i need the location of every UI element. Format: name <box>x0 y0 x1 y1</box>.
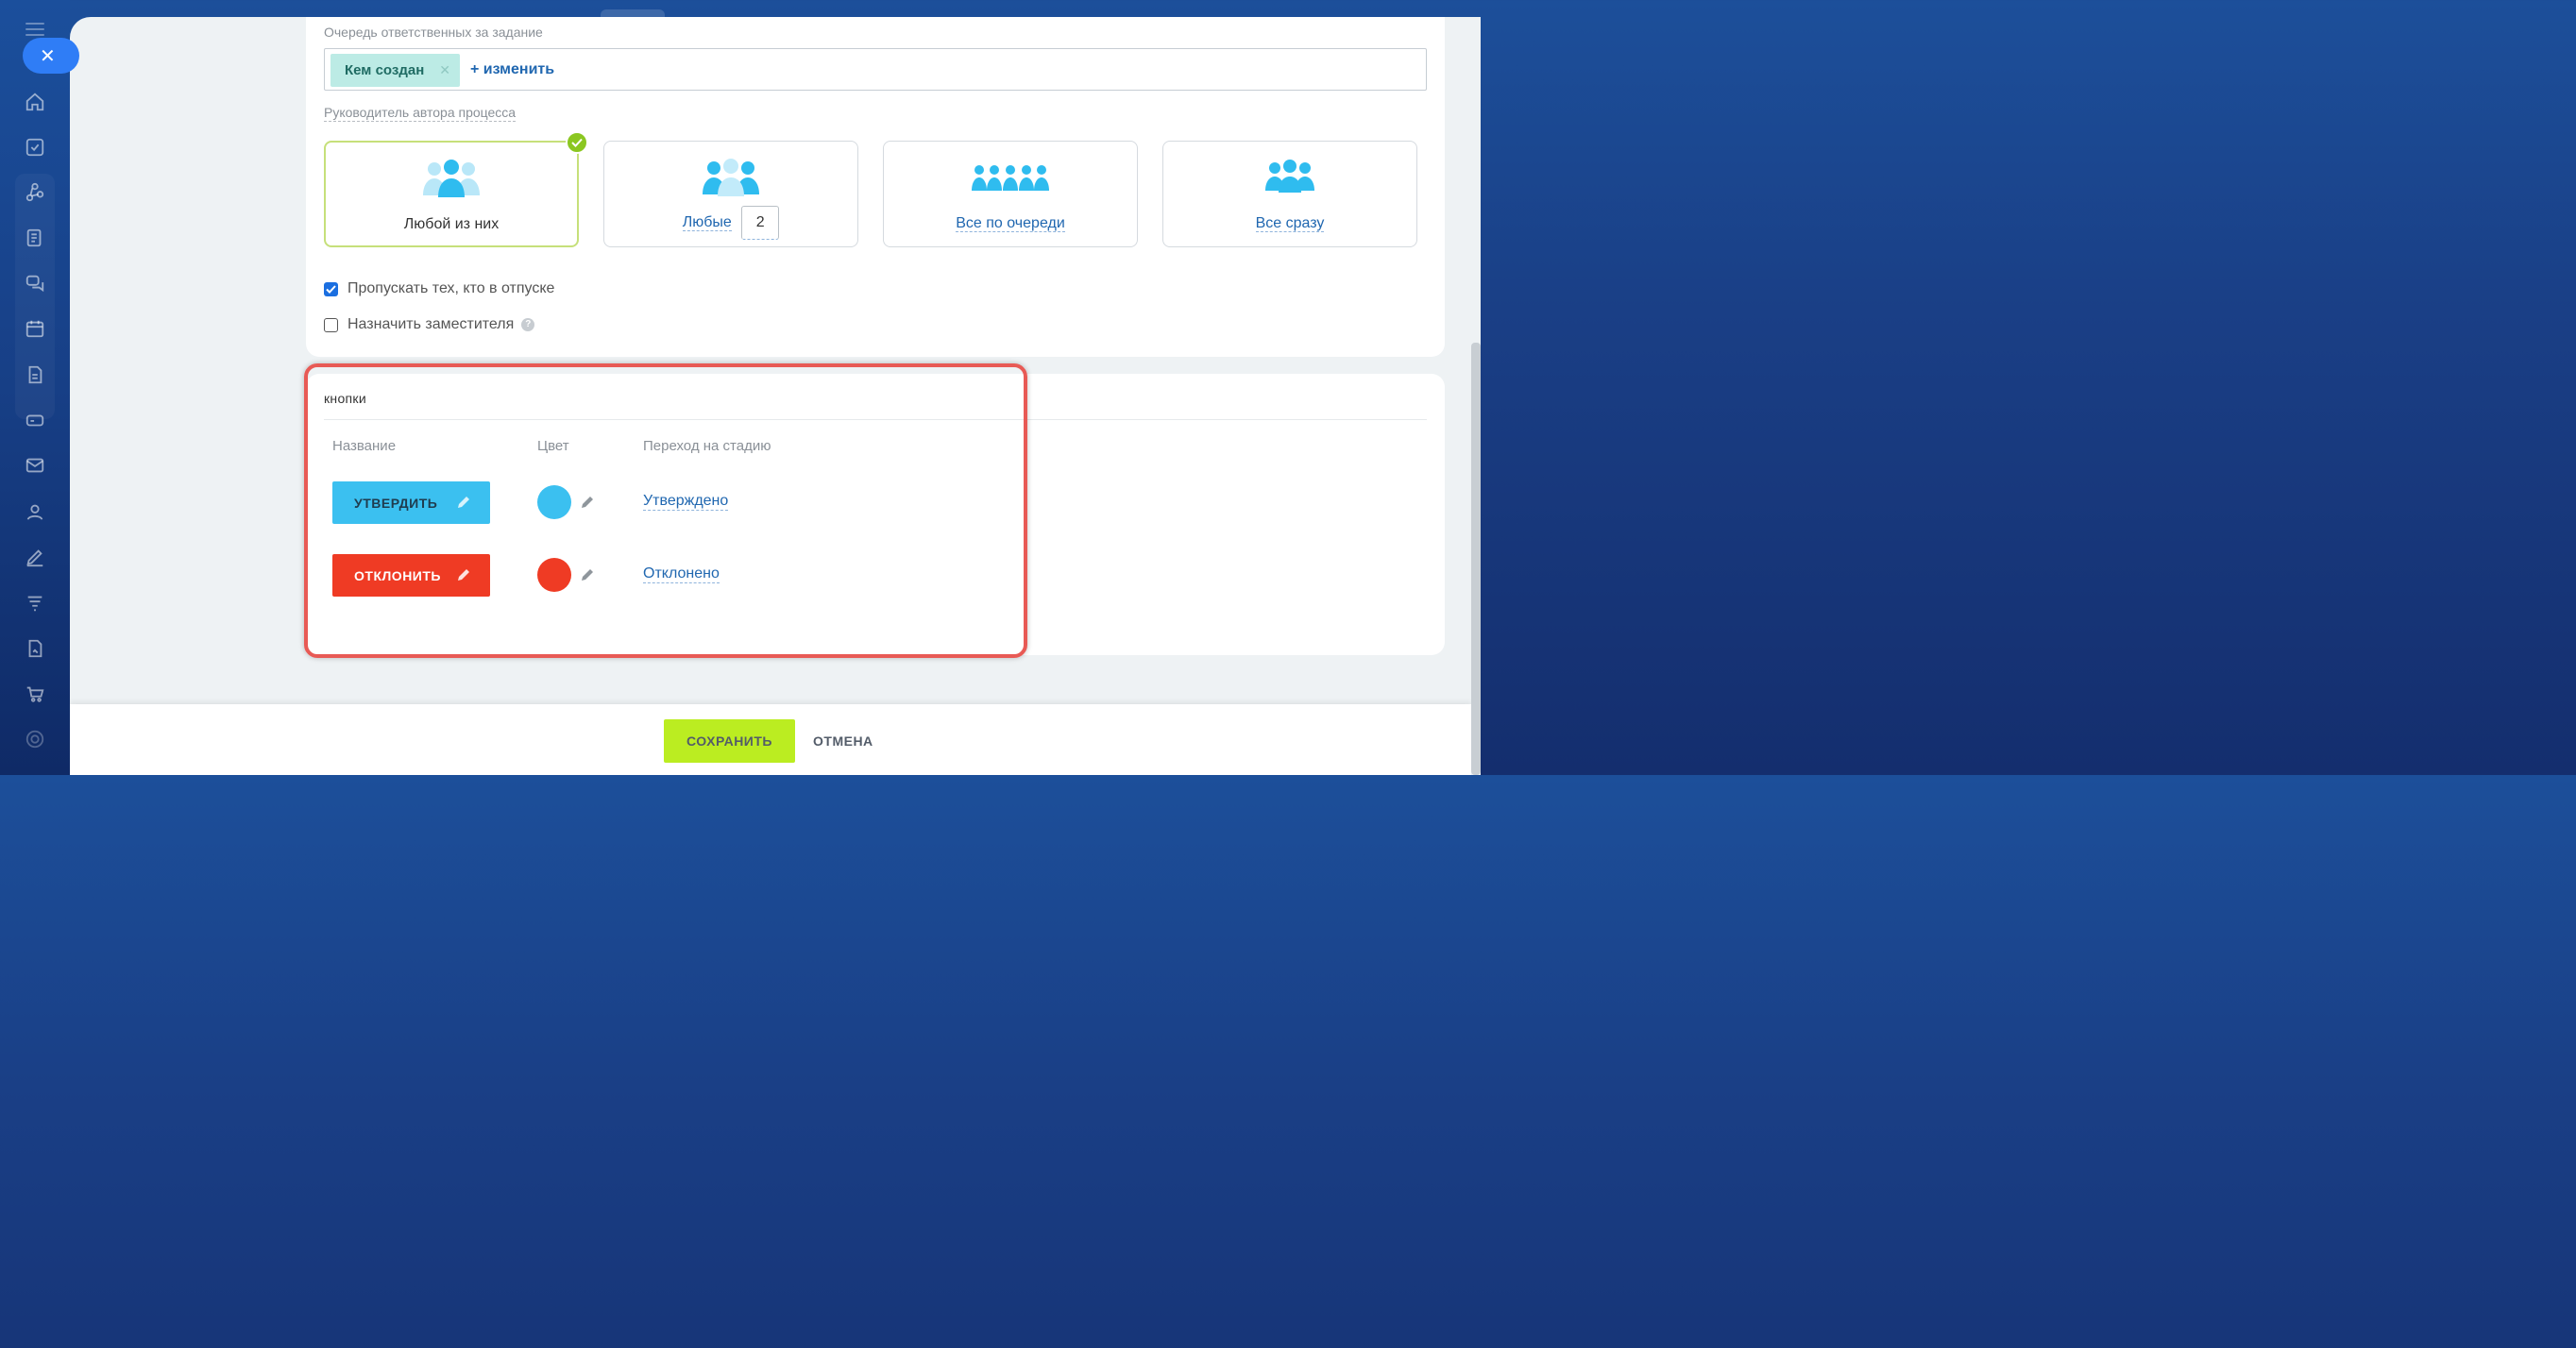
reject-button[interactable]: ОТКЛОНИТЬ <box>332 554 490 597</box>
left-sidebar <box>0 0 70 775</box>
column-header-name: Название <box>332 438 397 454</box>
help-icon[interactable]: ? <box>521 318 535 331</box>
option-label: Все сразу <box>1255 215 1325 232</box>
settings-icon[interactable] <box>25 729 45 750</box>
people-group-icon <box>1265 160 1314 193</box>
funnel-icon[interactable] <box>25 593 45 614</box>
pencil-icon[interactable] <box>456 495 471 510</box>
queue-label: Очередь ответственных за задание <box>324 25 543 40</box>
documents-icon[interactable] <box>25 364 45 385</box>
head-label[interactable]: Руководитель автора процесса <box>324 105 517 122</box>
mail-icon[interactable] <box>25 455 45 476</box>
pencil-icon[interactable] <box>580 495 595 510</box>
save-button[interactable]: СОХРАНИТЬ <box>664 719 795 763</box>
color-swatch-approve[interactable] <box>537 485 571 519</box>
skip-vacation-label: Пропускать тех, кто в отпуске <box>347 280 555 296</box>
column-header-stage: Переход на стадию <box>643 438 771 454</box>
scrollbar[interactable] <box>1471 343 1481 775</box>
skip-vacation-checkbox[interactable] <box>324 281 338 296</box>
change-link[interactable]: + изменить <box>470 61 554 78</box>
option-in-turn[interactable]: Все по очереди <box>883 141 1138 247</box>
shop-icon[interactable] <box>25 683 45 704</box>
pencil-icon[interactable] <box>456 567 471 582</box>
chat-icon[interactable] <box>25 273 45 294</box>
queue-selector[interactable]: Кем создан ✕ + изменить <box>324 48 1427 91</box>
stage-link-reject[interactable]: Отклонено <box>643 565 720 583</box>
drive-icon[interactable] <box>25 410 45 430</box>
option-label: Любой из них <box>403 216 500 232</box>
check-icon <box>566 131 588 154</box>
deputy-checkbox[interactable] <box>324 317 338 332</box>
approve-button[interactable]: УТВЕРДИТЬ <box>332 481 490 524</box>
button-label: ОТКЛОНИТЬ <box>354 567 441 583</box>
chip-remove-icon[interactable]: ✕ <box>439 62 450 78</box>
count-input[interactable]: 2 <box>741 206 780 240</box>
contacts-icon[interactable] <box>25 501 45 522</box>
divider <box>324 419 1427 420</box>
option-label: Все по очереди <box>956 215 1065 232</box>
section-title: кнопки <box>324 391 366 406</box>
queue-chip[interactable]: Кем создан ✕ <box>330 54 460 87</box>
feed-icon[interactable] <box>25 227 45 248</box>
button-label: УТВЕРДИТЬ <box>354 495 438 511</box>
footer-bar: СОХРАНИТЬ ОТМЕНА <box>70 704 1471 775</box>
slider-panel: Очередь ответственных за задание Кем соз… <box>70 17 1481 775</box>
buttons-card: кнопки Название Цвет Переход на стадию У… <box>306 374 1445 655</box>
skip-vacation-row[interactable]: Пропускать тех, кто в отпуске <box>324 280 554 297</box>
stage-link-approve[interactable]: Утверждено <box>643 493 729 511</box>
tasks-icon[interactable] <box>25 137 45 158</box>
deputy-row[interactable]: Назначить заместителя ? <box>324 316 535 333</box>
assignment-card: Очередь ответственных за задание Кем соз… <box>306 17 1445 357</box>
option-all-at-once[interactable]: Все сразу <box>1162 141 1417 247</box>
color-swatch-reject[interactable] <box>537 558 571 592</box>
people-group-icon <box>703 159 759 196</box>
chip-label: Кем создан <box>345 62 425 78</box>
reports-icon[interactable] <box>25 638 45 659</box>
column-header-color: Цвет <box>537 438 569 454</box>
close-slider-button[interactable]: ✕ <box>23 38 79 74</box>
cancel-button[interactable]: ОТМЕНА <box>813 719 873 763</box>
crm-icon[interactable] <box>25 182 45 203</box>
people-group-icon <box>423 160 480 197</box>
hamburger-menu-icon[interactable] <box>25 23 44 36</box>
calendar-icon[interactable] <box>25 318 45 339</box>
sign-icon[interactable] <box>25 547 45 567</box>
option-any-count[interactable]: Любые 2 <box>603 141 858 247</box>
pencil-icon[interactable] <box>580 567 595 582</box>
deputy-label: Назначить заместителя <box>347 316 515 332</box>
close-icon: ✕ <box>40 45 56 67</box>
option-label: Любые <box>682 214 732 232</box>
home-icon[interactable] <box>25 92 45 112</box>
people-sequence-icon <box>972 165 1049 191</box>
option-any-of-them[interactable]: Любой из них <box>324 131 588 247</box>
